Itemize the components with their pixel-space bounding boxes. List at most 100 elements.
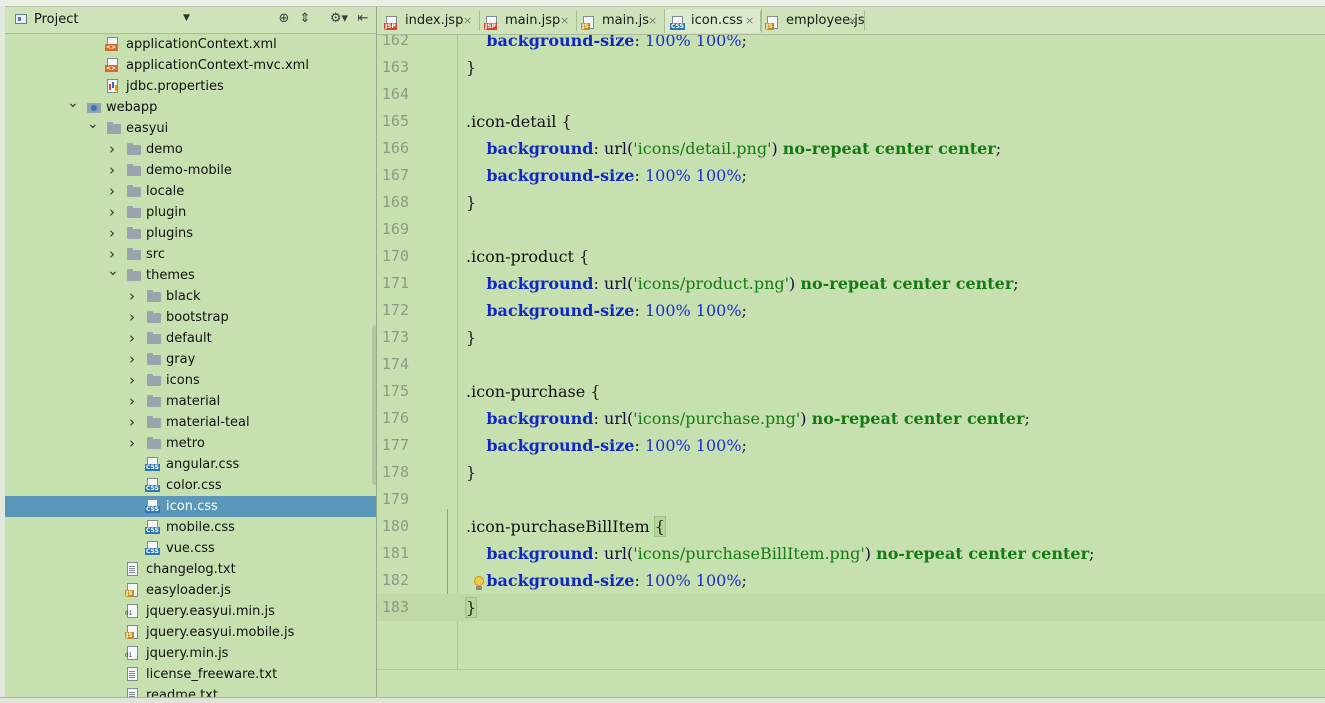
tree-item[interactable]: › metro: [5, 433, 376, 454]
tree-item[interactable]: › locale: [5, 181, 376, 202]
tree-item-label: icon.css: [166, 499, 218, 514]
file-type-icon: JS: [581, 16, 594, 30]
editor-tab[interactable]: JSP index.jsp ×: [379, 9, 479, 33]
chevron-down-icon[interactable]: ⌄: [67, 93, 79, 114]
tree-item[interactable]: › material-teal: [5, 412, 376, 433]
tree-item[interactable]: › plugin: [5, 202, 376, 223]
css-property: background-size: [486, 436, 635, 455]
code-editor[interactable]: 162 background-size: 100% 100%; 163} 164 16…: [377, 35, 1325, 702]
code-line[interactable]: 163}: [377, 54, 1325, 81]
code-line[interactable]: 172 background-size: 100% 100%;: [377, 297, 1325, 324]
tree-item[interactable]: › demo-mobile: [5, 160, 376, 181]
chevron-right-icon[interactable]: ›: [127, 328, 137, 349]
tree-item[interactable]: › default: [5, 328, 376, 349]
code-line[interactable]: 181 background: url('icons/purchaseBillI…: [377, 540, 1325, 567]
chevron-down-icon[interactable]: ⌄: [87, 114, 99, 135]
tree-item[interactable]: jquery.min.js: [5, 643, 376, 664]
lightbulb-icon[interactable]: [473, 574, 485, 592]
locate-icon[interactable]: ⊕: [276, 11, 292, 26]
close-icon[interactable]: ×: [648, 9, 657, 33]
project-view-title[interactable]: Project: [34, 12, 78, 27]
folder-icon: [107, 122, 121, 134]
tree-item[interactable]: jdbc.properties: [5, 76, 376, 97]
close-icon[interactable]: ×: [848, 9, 857, 33]
code-line[interactable]: 174: [377, 351, 1325, 378]
editor-tab[interactable]: JSP main.jsp ×: [479, 9, 576, 33]
chevron-down-icon[interactable]: ▼: [183, 13, 190, 23]
chevron-right-icon[interactable]: ›: [107, 181, 117, 202]
css-property: background: [486, 544, 594, 563]
tree-item[interactable]: › black: [5, 286, 376, 307]
chevron-right-icon[interactable]: ›: [107, 223, 117, 244]
code-line[interactable]: 175 .icon-purchase {: [377, 378, 1325, 405]
chevron-right-icon[interactable]: ›: [127, 391, 137, 412]
tree-item[interactable]: ⌄ webapp: [5, 95, 376, 118]
settings-icon[interactable]: ⚙▾: [327, 11, 351, 26]
close-icon[interactable]: ×: [560, 9, 569, 33]
code-line[interactable]: 166 background: url('icons/detail.png') …: [377, 135, 1325, 162]
chevron-right-icon[interactable]: ›: [107, 160, 117, 181]
chevron-right-icon[interactable]: ›: [127, 412, 137, 433]
code-line[interactable]: 165 .icon-detail {: [377, 108, 1325, 135]
tree-item[interactable]: ⌄ easyui: [5, 116, 376, 139]
code-line[interactable]: 171 background: url('icons/product.png')…: [377, 270, 1325, 297]
css-string: 'icons/purchaseBillItem.png': [633, 544, 865, 563]
code-line[interactable]: 168}: [377, 189, 1325, 216]
tree-item[interactable]: › material: [5, 391, 376, 412]
tree-item[interactable]: applicationContext-mvc.xml: [5, 55, 376, 76]
tree-item-label: jquery.easyui.min.js: [146, 604, 275, 619]
chevron-right-icon[interactable]: ›: [127, 370, 137, 391]
tree-item[interactable]: › bootstrap: [5, 307, 376, 328]
tab-label: icon.css: [691, 13, 743, 28]
chevron-right-icon[interactable]: ›: [127, 286, 137, 307]
tree-item[interactable]: jquery.easyui.mobile.js: [5, 622, 376, 643]
code-line[interactable]: 180 .icon-purchaseBillItem {: [377, 513, 1325, 540]
chevron-down-icon[interactable]: ⌄: [107, 261, 119, 282]
tree-item[interactable]: › src: [5, 244, 376, 265]
code-line[interactable]: 178}: [377, 459, 1325, 486]
editor-tab[interactable]: JS main.js ×: [576, 9, 664, 33]
code-line[interactable]: 169: [377, 216, 1325, 243]
tree-item[interactable]: jquery.easyui.min.js: [5, 601, 376, 622]
chevron-right-icon[interactable]: ›: [127, 307, 137, 328]
code-line[interactable]: 177 background-size: 100% 100%;: [377, 432, 1325, 459]
chevron-right-icon[interactable]: ›: [107, 202, 117, 223]
line-number: 180: [381, 517, 409, 535]
chevron-right-icon[interactable]: ›: [107, 139, 117, 160]
close-icon[interactable]: ×: [463, 9, 472, 33]
tree-item[interactable]: license_freeware.txt: [5, 664, 376, 685]
chevron-right-icon[interactable]: ›: [127, 433, 137, 454]
tree-item-label: locale: [146, 184, 185, 199]
code-line[interactable]: 182 background-size: 100% 100%;: [377, 567, 1325, 594]
tree-item[interactable]: › plugins: [5, 223, 376, 244]
code-line[interactable]: 176 background: url('icons/purchase.png'…: [377, 405, 1325, 432]
tree-item[interactable]: › icons: [5, 370, 376, 391]
tree-item[interactable]: applicationContext.xml: [5, 34, 376, 55]
code-line[interactable]: 167 background-size: 100% 100%;: [377, 162, 1325, 189]
editor-tab[interactable]: CSS icon.css ×: [664, 9, 762, 33]
tree-item[interactable]: angular.css: [5, 454, 376, 475]
hide-icon[interactable]: ⇤: [355, 11, 371, 26]
code-line[interactable]: 162 background-size: 100% 100%;: [377, 35, 1325, 54]
tree-item[interactable]: ⌄ themes: [5, 263, 376, 286]
css-function: url(: [603, 544, 634, 563]
close-icon[interactable]: ×: [745, 9, 754, 33]
tree-item[interactable]: icon.css: [5, 496, 376, 517]
chevron-right-icon[interactable]: ›: [127, 349, 137, 370]
code-line[interactable]: 170 .icon-product {: [377, 243, 1325, 270]
tree-item[interactable]: vue.css: [5, 538, 376, 559]
tree-item[interactable]: › gray: [5, 349, 376, 370]
code-line[interactable]: 164: [377, 81, 1325, 108]
tree-item[interactable]: changelog.txt: [5, 559, 376, 580]
folder-icon: [147, 395, 161, 407]
editor-tab[interactable]: JS employee.js ×: [760, 9, 865, 33]
tree-item[interactable]: easyloader.js: [5, 580, 376, 601]
code-line[interactable]: 183}: [377, 594, 1325, 621]
tree-item[interactable]: › demo: [5, 139, 376, 160]
collapse-icon[interactable]: ⇕: [297, 11, 313, 26]
code-line[interactable]: 179: [377, 486, 1325, 513]
code-line[interactable]: 173}: [377, 324, 1325, 351]
tree-item[interactable]: mobile.css: [5, 517, 376, 538]
tree-item-label: color.css: [166, 478, 222, 493]
tree-item[interactable]: color.css: [5, 475, 376, 496]
